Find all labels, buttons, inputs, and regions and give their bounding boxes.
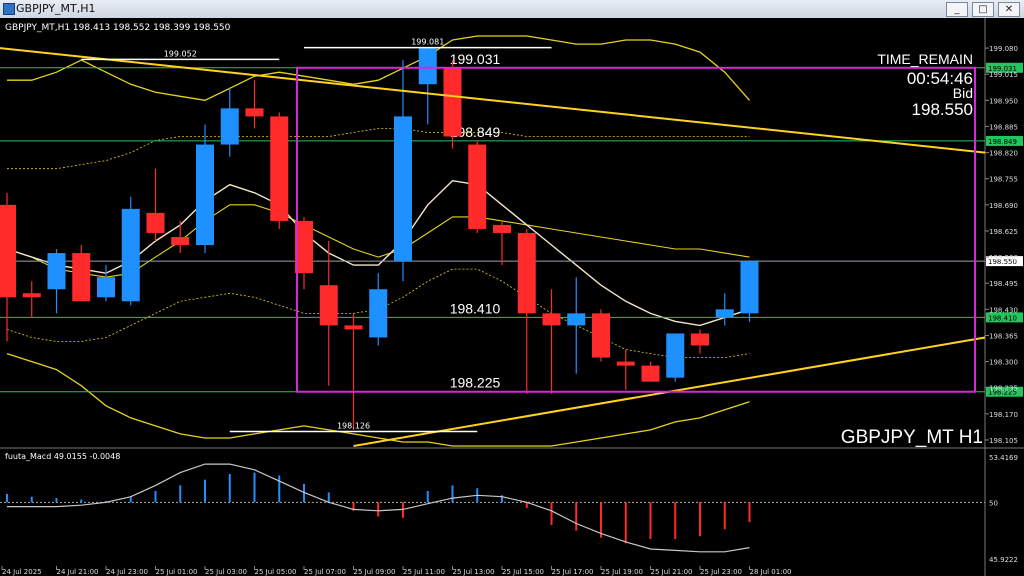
level-value-label: 198.410 <box>450 300 501 316</box>
bearish-candle <box>22 293 41 298</box>
bearish-candle <box>468 144 487 229</box>
bearish-candle <box>344 325 363 330</box>
time-tick-label: 25 Jul 01:00 <box>156 568 198 576</box>
time-tick-label: 25 Jul 07:00 <box>304 568 346 576</box>
level-price-tag-label: 198.410 <box>988 314 1017 322</box>
price-tick-label: 198.495 <box>989 280 1018 288</box>
window-titlebar: GBPJPY_MT,H1 _ □ ✕ <box>0 0 1024 19</box>
swing-extreme-label: 198.126 <box>337 422 370 431</box>
price-tick-label: 198.690 <box>989 202 1018 210</box>
price-tick-label: 198.950 <box>989 97 1018 105</box>
bearish-candle <box>245 108 264 117</box>
restore-button[interactable]: □ <box>972 2 994 17</box>
bearish-candle <box>517 232 536 314</box>
bullish-candle <box>715 309 734 318</box>
price-tick-label: 198.235 <box>989 385 1018 393</box>
bid-value: 198.550 <box>912 100 973 119</box>
bullish-candle <box>196 144 214 246</box>
time-tick-label: 25 Jul 11:00 <box>403 568 445 576</box>
minimize-button[interactable]: _ <box>946 2 968 17</box>
bearish-candle <box>443 68 462 137</box>
price-tick-label: 198.560 <box>989 254 1018 262</box>
bearish-candle <box>0 204 16 298</box>
time-tick-label: 25 Jul 21:00 <box>651 568 693 576</box>
price-tick-label: 198.170 <box>989 411 1018 419</box>
close-button[interactable]: ✕ <box>998 2 1020 17</box>
bullish-candle <box>740 261 759 314</box>
price-tick-label: 198.430 <box>989 306 1018 314</box>
bid-label: Bid <box>953 85 973 101</box>
chart-info-header: GBPJPY_MT,H1 198.413 198.552 198.399 198… <box>5 23 231 33</box>
time-tick-label: 25 Jul 03:00 <box>205 568 247 576</box>
bearish-candle <box>641 365 660 382</box>
bullish-candle <box>567 313 586 326</box>
chart-window-icon <box>3 3 15 15</box>
symbol-watermark: GBPJPY_MT H1 <box>841 427 983 448</box>
swing-extreme-label: 199.081 <box>411 38 444 47</box>
time-tick-label: 25 Jul 13:00 <box>453 568 495 576</box>
macd-tick-label: 45.9222 <box>989 556 1018 564</box>
time-tick-label: 25 Jul 09:00 <box>354 568 396 576</box>
bearish-candle <box>319 285 338 326</box>
bearish-candle <box>72 253 91 302</box>
bullish-candle <box>47 253 66 290</box>
time-tick-label: 24 Jul 21:00 <box>57 568 99 576</box>
macd-tick-label: 50 <box>989 499 998 507</box>
bearish-candle <box>616 361 635 366</box>
window-title: GBPJPY_MT,H1 <box>16 2 96 15</box>
time-tick-label: 25 Jul 05:00 <box>255 568 297 576</box>
bullish-candle <box>369 289 388 338</box>
swing-extreme-label: 199.052 <box>164 49 197 58</box>
level-value-label: 198.225 <box>450 375 501 391</box>
chart-area[interactable]: 199.031199.031198.849198.849198.410198.4… <box>0 18 1024 576</box>
time-tick-label: 24 Jul 23:00 <box>106 568 148 576</box>
price-tick-label: 199.015 <box>989 71 1018 79</box>
level-price-tag-label: 198.849 <box>988 138 1017 146</box>
time-tick-label: 28 Jul 01:00 <box>750 568 792 576</box>
time-remain-label: TIME_REMAIN <box>877 51 973 67</box>
macd-tick-label: 53.4169 <box>989 454 1018 462</box>
price-tick-label: 198.105 <box>989 437 1018 445</box>
bullish-candle <box>220 108 239 145</box>
price-tick-label: 198.820 <box>989 150 1018 158</box>
level-value-label: 199.031 <box>450 51 501 67</box>
bearish-candle <box>691 333 709 346</box>
bullish-candle <box>418 48 437 85</box>
bullish-candle <box>394 116 412 262</box>
bullish-candle <box>97 277 115 298</box>
price-tick-label: 198.755 <box>989 176 1018 184</box>
price-tick-label: 198.300 <box>989 359 1018 367</box>
price-tick-label: 198.625 <box>989 228 1018 236</box>
price-tick-label: 198.365 <box>989 332 1018 340</box>
macd-header: fuuta_Macd 49.0155 -0.0048 <box>5 452 120 461</box>
bearish-candle <box>592 313 610 358</box>
bullish-candle <box>666 333 685 378</box>
bearish-candle <box>146 212 165 233</box>
bearish-candle <box>493 224 511 233</box>
time-tick-label: 24 Jul 2025 <box>2 568 42 576</box>
price-tick-label: 199.080 <box>989 45 1018 53</box>
price-tick-label: 198.885 <box>989 123 1018 131</box>
time-tick-label: 25 Jul 23:00 <box>700 568 742 576</box>
time-tick-label: 25 Jul 15:00 <box>502 568 544 576</box>
bearish-candle <box>542 313 561 326</box>
time-tick-label: 25 Jul 19:00 <box>601 568 643 576</box>
bearish-candle <box>171 236 190 246</box>
bullish-candle <box>121 208 140 302</box>
time-tick-label: 25 Jul 17:00 <box>552 568 594 576</box>
bearish-candle <box>270 116 289 221</box>
